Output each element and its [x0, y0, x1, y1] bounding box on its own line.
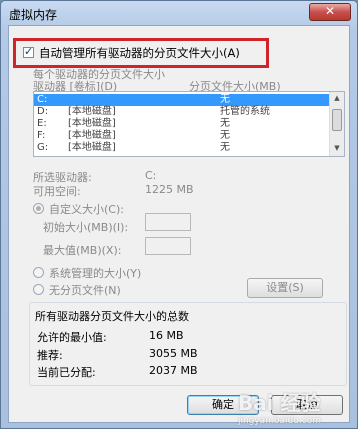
drive-size: 无 [220, 94, 230, 105]
drive-size: 托管的系统 [220, 106, 270, 117]
currently-allocated-value: 2037 MB [149, 364, 198, 377]
baidu-watermark-logo: Bai 经验 jingyan.baidu.com [237, 391, 321, 426]
system-managed-label[interactable]: 系统管理的大小(Y) [49, 265, 141, 281]
drive-row[interactable]: E: [本地磁盘] 无 [34, 118, 330, 130]
drive-letter: E: [37, 118, 47, 129]
window-title: 虚拟内存 [9, 8, 58, 22]
drive-letter: C: [37, 94, 48, 105]
free-space-value: 1225 MB [145, 183, 194, 196]
auto-manage-checkbox[interactable] [23, 45, 34, 58]
initial-size-input[interactable] [145, 213, 191, 231]
set-button[interactable]: 设置(S) [247, 278, 323, 298]
max-size-label: 最大值(MB)(X): [43, 244, 122, 257]
initial-size-label: 初始大小(MB)(I): [43, 221, 129, 234]
drive-size: 无 [220, 142, 230, 153]
drive-row[interactable]: F: [本地磁盘] 无 [34, 130, 330, 142]
drive-size: 无 [220, 130, 230, 141]
drive-row[interactable]: D: [本地磁盘] 托管的系统 [34, 106, 330, 118]
drive-size: 无 [220, 118, 230, 129]
drive-list[interactable]: C: 无 D: [本地磁盘] 托管的系统 E: [本地磁盘] 无 F: [本地磁… [33, 91, 345, 157]
min-allowed-value: 16 MB [149, 329, 184, 342]
drive-letter: G: [37, 142, 49, 153]
drive-letter: F: [37, 130, 46, 141]
drive-row[interactable]: G: [本地磁盘] 无 [34, 142, 330, 154]
no-paging-file-radio[interactable] [33, 284, 44, 295]
drive-row[interactable]: C: 无 [34, 94, 330, 106]
title-bar[interactable]: 虚拟内存 ✕ [1, 1, 357, 25]
recommended-label: 推荐: [37, 349, 63, 362]
scroll-down-icon[interactable]: ▼ [332, 144, 342, 154]
max-size-input[interactable] [145, 237, 191, 255]
drive-list-scrollbar[interactable]: ▲ ▼ [329, 92, 344, 156]
custom-size-radio[interactable] [33, 203, 44, 214]
drive-label: [本地磁盘] [68, 118, 116, 129]
custom-size-label[interactable]: 自定义大小(C): [49, 201, 124, 217]
min-allowed-label: 允许的最小值: [37, 331, 107, 344]
dialog-body: 自动管理所有驱动器的分页文件大小(A) 每个驱动器的分页文件大小 驱动器 [卷标… [8, 25, 350, 423]
drive-label: [本地磁盘] [68, 106, 116, 117]
close-button[interactable]: ✕ [309, 3, 351, 21]
drive-label: [本地磁盘] [68, 142, 116, 153]
scroll-thumb[interactable] [332, 109, 342, 131]
recommended-value: 3055 MB [149, 347, 198, 360]
scroll-up-icon[interactable]: ▲ [332, 94, 342, 104]
no-paging-file-label[interactable]: 无分页文件(N) [49, 282, 121, 298]
system-managed-radio[interactable] [33, 267, 44, 278]
currently-allocated-label: 当前已分配: [37, 366, 96, 379]
drive-letter: D: [37, 106, 49, 117]
auto-manage-label[interactable]: 自动管理所有驱动器的分页文件大小(A) [39, 45, 240, 61]
totals-section-label: 所有驱动器分页文件大小的总数 [35, 310, 189, 323]
virtual-memory-dialog: 虚拟内存 ✕ 自动管理所有驱动器的分页文件大小(A) 每个驱动器的分页文件大小 … [0, 0, 358, 429]
drive-label: [本地磁盘] [68, 130, 116, 141]
selected-drive-value: C: [145, 169, 157, 182]
free-space-label: 可用空间: [33, 185, 81, 198]
